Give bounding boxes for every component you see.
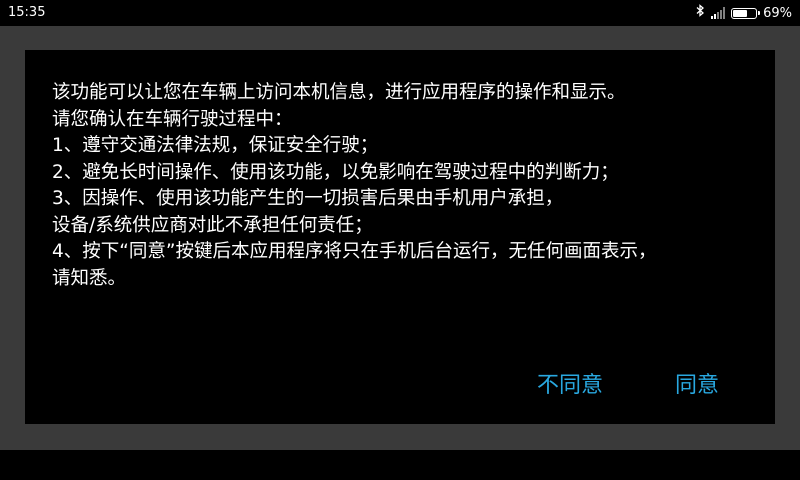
message-line: 1、遵守交通法律法规，保证安全行驶； — [52, 135, 379, 156]
battery-icon — [731, 7, 761, 19]
status-bar: 15:35 69% — [0, 0, 800, 26]
message-line: 请您确认在车辆行驶过程中： — [52, 108, 293, 130]
message-line: 设备/系统供应商对此不承担任何责任； — [52, 214, 373, 236]
message-line: 2、避免长时间操作、使用该功能，以免影响在驾驶过程中的判断力； — [52, 161, 619, 183]
battery-fill — [733, 9, 747, 17]
status-icons: 69% — [696, 3, 792, 23]
message-line: 请知悉。 — [52, 267, 127, 289]
disagree-button[interactable]: 不同意 — [537, 367, 603, 399]
dialog-message: 该功能可以让您在车辆上访问本机信息，进行应用程序的操作和显示。 请您确认在车辆行… — [52, 80, 772, 292]
battery-percent: 69% — [763, 5, 792, 21]
status-time: 15:35 — [8, 5, 46, 20]
message-line: 4、按下“同意”按键后本应用程序将只在手机后台运行，无任何画面表示， — [52, 241, 657, 262]
message-line: 该功能可以让您在车辆上访问本机信息，进行应用程序的操作和显示。 — [52, 82, 626, 103]
bottom-bar — [0, 450, 800, 480]
bluetooth-icon — [696, 3, 705, 23]
disclaimer-dialog: 该功能可以让您在车辆上访问本机信息，进行应用程序的操作和显示。 请您确认在车辆行… — [25, 50, 775, 424]
signal-icon — [711, 7, 726, 19]
agree-button[interactable]: 同意 — [675, 367, 719, 399]
message-line: 3、因操作、使用该功能产生的一切损害后果由手机用户承担， — [52, 188, 564, 209]
